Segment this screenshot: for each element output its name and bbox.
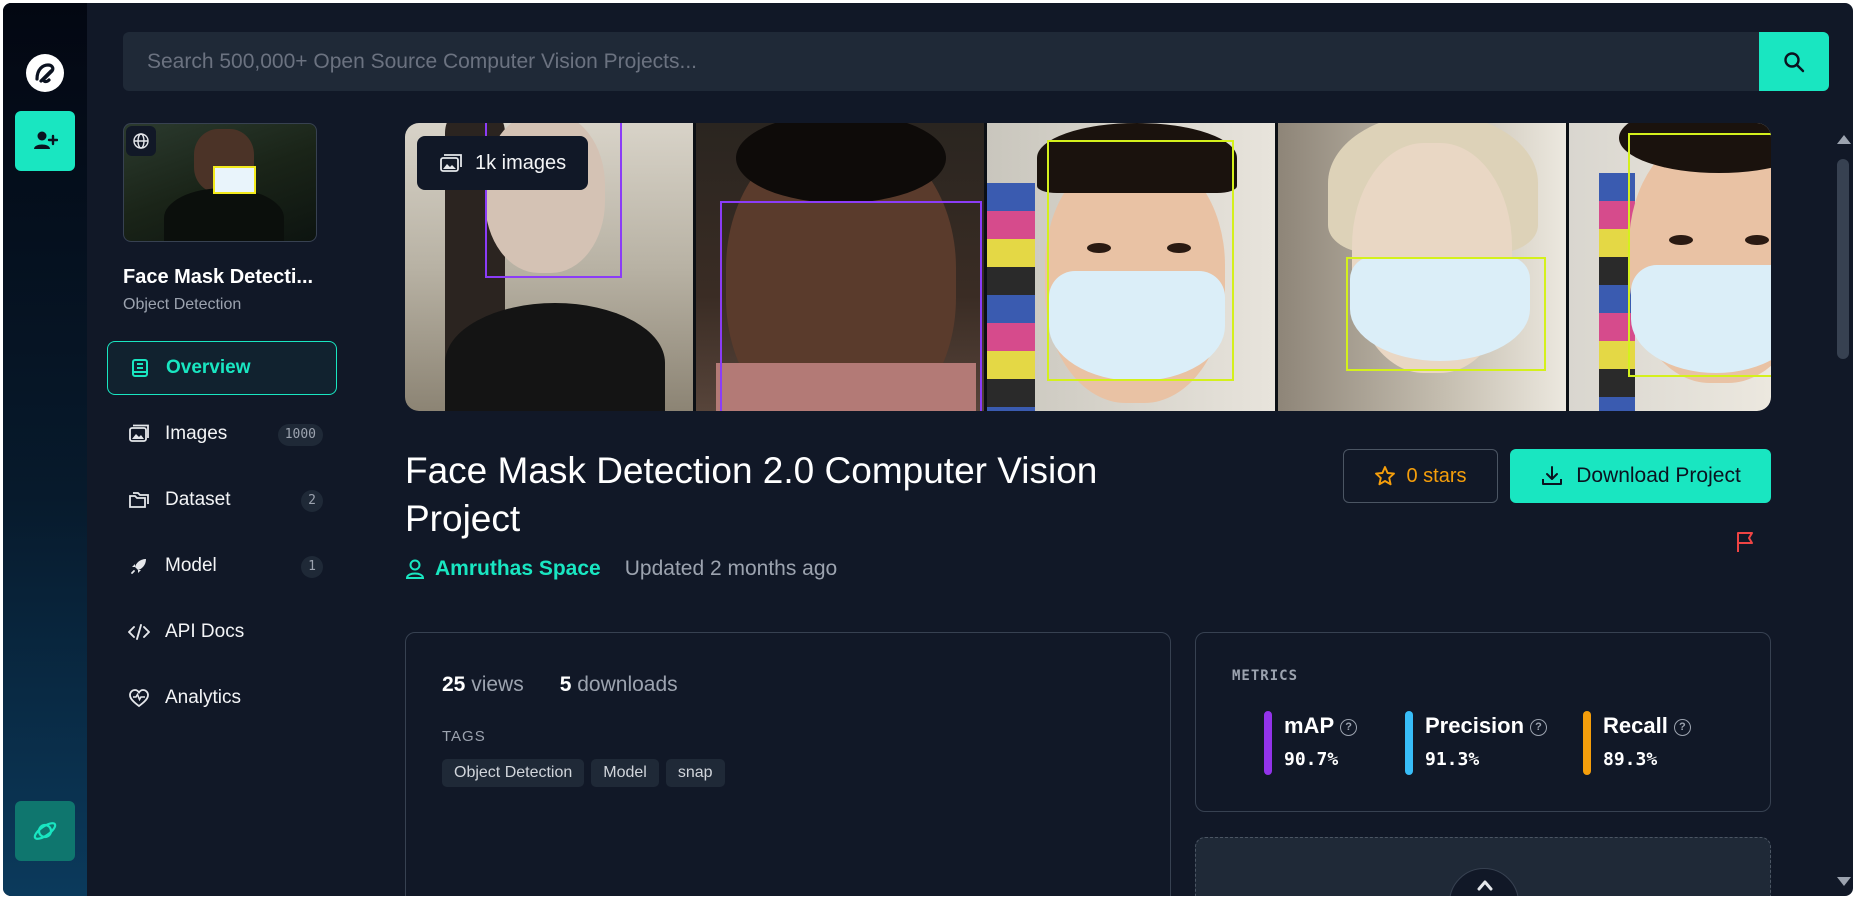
app-rail <box>3 3 87 896</box>
download-icon <box>1542 466 1563 485</box>
roboflow-logo-icon[interactable] <box>26 54 64 92</box>
downloads-stat: 5 downloads <box>559 673 678 696</box>
download-project-button[interactable]: Download Project <box>1510 449 1771 503</box>
thumbnail-bbox <box>213 166 256 194</box>
views-stat: 25 views <box>442 673 524 696</box>
metric-color-bar <box>1405 711 1413 775</box>
sidebar-item-label: API Docs <box>165 621 245 642</box>
app-window: Face Mask Detecti... Object Detection Ov… <box>3 3 1853 896</box>
sidebar-item-images[interactable]: Images 1000 <box>107 407 337 461</box>
bbox-mask <box>1346 257 1546 371</box>
sidebar-item-label: Overview <box>166 357 251 378</box>
upload-icon <box>1449 868 1519 896</box>
scroll-thumb[interactable] <box>1837 159 1849 359</box>
search-icon <box>1784 51 1805 72</box>
bbox-mask <box>1628 133 1771 377</box>
project-type: Object Detection <box>123 296 242 313</box>
star-button[interactable]: 0 stars <box>1343 449 1498 503</box>
stats-row: 25 views 5 downloads <box>442 673 678 697</box>
try-model-card[interactable] <box>1195 837 1771 896</box>
sample-image <box>696 123 984 411</box>
scroll-up-arrow-icon[interactable] <box>1837 135 1851 144</box>
page-scrollbar[interactable] <box>1833 123 1853 893</box>
sidebar-item-overview[interactable]: Overview <box>107 341 337 395</box>
author-row: Amruthas Space Updated 2 months ago <box>405 555 837 583</box>
book-icon <box>128 358 152 378</box>
sidebar-item-dataset[interactable]: Dataset 2 <box>107 473 337 527</box>
project-name: Face Mask Detecti... <box>123 266 314 288</box>
project-stats-card: 25 views 5 downloads TAGS Object Detecti… <box>405 632 1171 896</box>
report-flag-icon[interactable] <box>1733 530 1757 554</box>
planet-icon <box>33 822 57 840</box>
sidebar-item-api-docs[interactable]: API Docs <box>107 605 337 659</box>
bbox-mask <box>1047 140 1234 381</box>
tags-heading: TAGS <box>442 728 486 745</box>
scroll-down-arrow-icon[interactable] <box>1837 877 1851 886</box>
metric-value: 91.3% <box>1425 749 1480 770</box>
metric-color-bar <box>1583 711 1591 775</box>
sidebar-item-model[interactable]: Model 1 <box>107 539 337 593</box>
images-badge-label: 1k images <box>475 151 567 174</box>
help-icon[interactable]: ? <box>1673 718 1691 736</box>
user-icon <box>405 559 425 579</box>
tag-chip[interactable]: Model <box>591 759 659 787</box>
images-icon <box>127 424 151 444</box>
sidebar-item-analytics[interactable]: Analytics <box>107 671 337 725</box>
sidebar-item-label: Images <box>165 423 228 444</box>
folders-icon <box>127 490 151 510</box>
sample-image <box>1569 123 1771 411</box>
sample-images-banner[interactable]: 1k images <box>405 123 1771 411</box>
sidebar-item-label: Model <box>165 555 217 576</box>
page-title: Face Mask Detection 2.0 Computer Vision … <box>405 450 1098 539</box>
metric-value: 89.3% <box>1603 749 1658 770</box>
dataset-count-badge: 2 <box>301 490 323 512</box>
rocket-icon <box>127 556 151 576</box>
heart-pulse-icon <box>127 688 151 708</box>
images-count-badge[interactable]: 1k images <box>417 136 589 190</box>
invite-user-button[interactable] <box>15 111 75 171</box>
tag-chip[interactable]: Object Detection <box>442 759 585 787</box>
search-bar <box>123 32 1829 91</box>
metric-name: Recall <box>1603 713 1668 738</box>
star-icon <box>1375 466 1396 486</box>
images-count-badge: 1000 <box>277 424 323 446</box>
updated-text: Updated 2 months ago <box>624 557 838 580</box>
author-link[interactable]: Amruthas Space <box>435 557 601 581</box>
bbox-no-mask <box>720 201 982 411</box>
user-plus-icon <box>34 131 58 149</box>
images-icon <box>440 154 462 172</box>
sample-image <box>987 123 1275 411</box>
metric-value: 90.7% <box>1284 749 1339 770</box>
metrics-heading: METRICS <box>1232 668 1299 684</box>
code-icon <box>127 622 151 642</box>
sidebar-item-label: Dataset <box>165 489 231 510</box>
help-icon[interactable]: ? <box>1340 718 1358 736</box>
help-icon[interactable]: ? <box>1530 718 1548 736</box>
stars-label: 0 stars <box>1406 464 1467 487</box>
metrics-card: METRICS mAP? 90.7% Precision? 91.3% Reca… <box>1195 632 1771 812</box>
search-input[interactable] <box>123 32 1759 91</box>
sample-image <box>1278 123 1566 411</box>
model-count-badge: 1 <box>301 556 323 578</box>
project-thumbnail[interactable] <box>123 123 317 242</box>
sidebar-item-label: Analytics <box>165 687 242 708</box>
globe-icon <box>126 126 156 156</box>
metric-color-bar <box>1264 711 1272 775</box>
download-label: Download Project <box>1576 464 1741 487</box>
tags-list: Object Detection Model snap <box>442 759 725 787</box>
search-button[interactable] <box>1759 32 1829 91</box>
metric-name: Precision <box>1425 713 1525 738</box>
tag-chip[interactable]: snap <box>665 759 725 787</box>
metric-name: mAP <box>1284 713 1335 738</box>
universe-button[interactable] <box>15 801 75 861</box>
